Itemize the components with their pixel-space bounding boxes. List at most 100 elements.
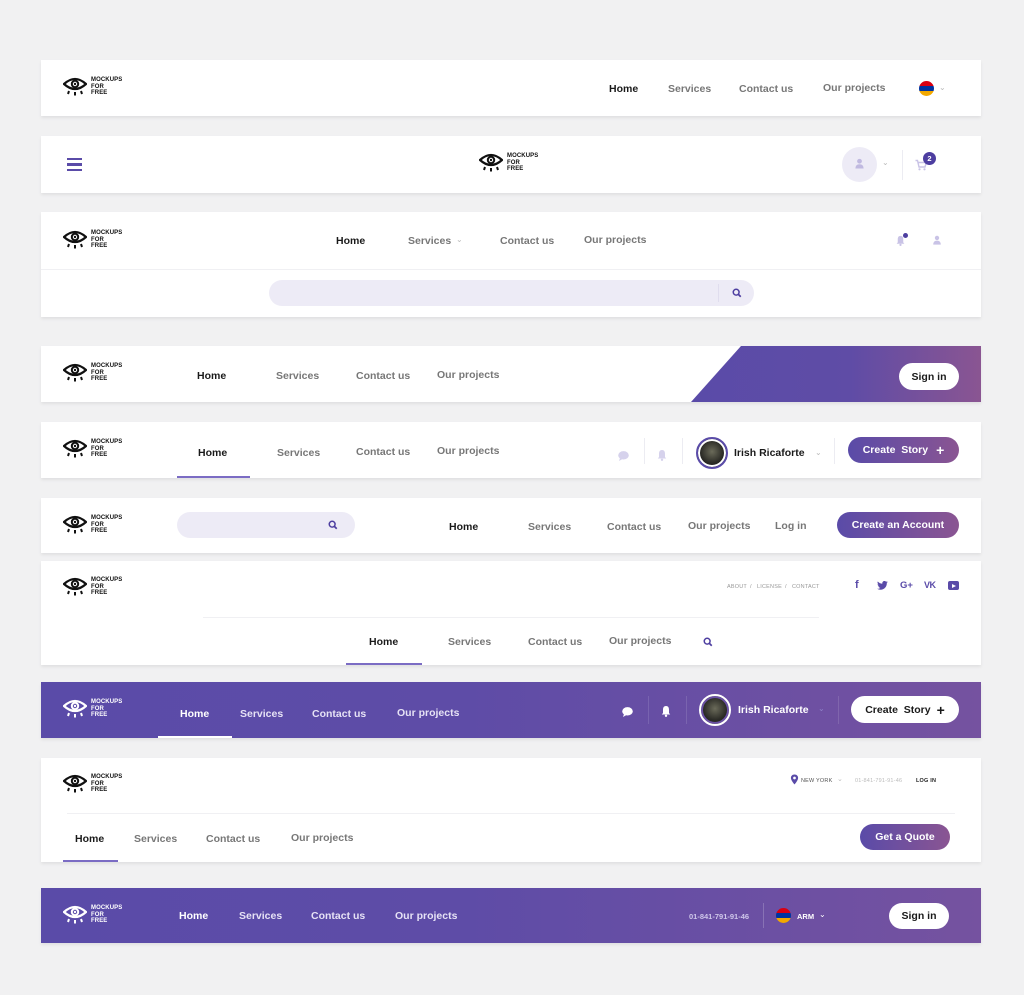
- nav-contact-us[interactable]: Contact us: [356, 446, 410, 458]
- logo[interactable]: MOCKUPS FOR FREE: [63, 77, 122, 97]
- search-input[interactable]: [177, 512, 355, 538]
- facebook-icon[interactable]: f: [855, 579, 859, 591]
- nav-our-projects[interactable]: Our projects: [437, 445, 499, 457]
- nav-services[interactable]: Services: [240, 708, 283, 720]
- nav-our-projects[interactable]: Our projects: [397, 707, 459, 719]
- nav-contact-us[interactable]: Contact us: [528, 636, 582, 648]
- sign-in-button[interactable]: Sign in: [889, 903, 949, 929]
- logo[interactable]: MOCKUPS FOR FREE: [63, 905, 122, 925]
- nav-contact-us[interactable]: Contact us: [311, 910, 365, 922]
- user-avatar-button[interactable]: [842, 147, 877, 182]
- user-name[interactable]: Irish Ricaforte: [738, 704, 809, 716]
- logo-text: MOCKUPS FOR FREE: [91, 230, 123, 250]
- google-plus-icon[interactable]: G+: [900, 580, 913, 591]
- divider: [203, 617, 819, 618]
- services-chevron-down-icon[interactable]: ⌄: [456, 235, 463, 244]
- user-name[interactable]: Irish Ricaforte: [734, 447, 805, 459]
- search-icon[interactable]: [732, 288, 742, 298]
- nav-services[interactable]: Services: [408, 235, 451, 247]
- get-a-quote-button[interactable]: Get a Quote: [860, 824, 950, 850]
- armenia-flag-icon[interactable]: [776, 908, 791, 923]
- nav-home[interactable]: Home: [197, 370, 226, 382]
- nav-home[interactable]: Home: [336, 235, 365, 247]
- phone-number: 01-841-791-91-46: [689, 912, 750, 921]
- logo[interactable]: MOCKUPS FOR FREE: [63, 774, 122, 794]
- eye-logo-icon: [63, 577, 87, 597]
- top-link-about[interactable]: ABOUT: [727, 584, 747, 590]
- chevron-down-icon[interactable]: ⌄: [815, 448, 822, 457]
- user-avatar[interactable]: [696, 437, 728, 469]
- logo-text: MOCKUPS FOR FREE: [91, 905, 123, 925]
- bell-icon[interactable]: [660, 705, 672, 717]
- hamburger-menu-icon[interactable]: [67, 158, 82, 172]
- top-link-contact[interactable]: CONTACT: [792, 584, 820, 590]
- nav-home[interactable]: Home: [180, 708, 209, 720]
- nav-home[interactable]: Home: [609, 83, 638, 95]
- logo-text: MOCKUPS FOR FREE: [91, 515, 123, 535]
- search-icon[interactable]: [328, 520, 338, 530]
- logo[interactable]: MOCKUPS FOR FREE: [63, 515, 122, 535]
- nav-contact-us[interactable]: Contact us: [356, 370, 410, 382]
- eye-logo-icon: [63, 439, 87, 459]
- nav-contact-us[interactable]: Contact us: [312, 708, 366, 720]
- nav-contact-us[interactable]: Contact us: [500, 235, 554, 247]
- nav-our-projects[interactable]: Our projects: [823, 82, 885, 94]
- nav-home[interactable]: Home: [449, 521, 478, 533]
- nav-home[interactable]: Home: [198, 447, 227, 459]
- nav-our-projects[interactable]: Our projects: [395, 910, 457, 922]
- user-avatar[interactable]: [699, 694, 731, 726]
- bell-icon[interactable]: [656, 449, 668, 461]
- nav-services[interactable]: Services: [668, 83, 711, 95]
- chevron-down-icon[interactable]: ⌄: [818, 704, 825, 713]
- nav-contact-us[interactable]: Contact us: [739, 83, 793, 95]
- nav-home[interactable]: Home: [179, 910, 208, 922]
- nav-home[interactable]: Home: [369, 636, 398, 648]
- search-input[interactable]: [269, 280, 754, 306]
- nav-home[interactable]: Home: [75, 833, 104, 845]
- chat-icon[interactable]: [617, 450, 630, 462]
- chevron-down-icon[interactable]: ⌄: [939, 83, 946, 92]
- logo[interactable]: MOCKUPS FOR FREE: [63, 699, 122, 719]
- logo[interactable]: MOCKUPS FOR FREE: [63, 230, 122, 250]
- nav-our-projects[interactable]: Our projects: [584, 234, 646, 246]
- chevron-down-icon[interactable]: ⌄: [819, 910, 826, 919]
- nav-services[interactable]: Services: [134, 833, 177, 845]
- login-link[interactable]: LOG IN: [916, 778, 936, 784]
- armenia-flag-icon[interactable]: [919, 81, 934, 96]
- nav-our-projects[interactable]: Our projects: [688, 520, 750, 532]
- top-link-license[interactable]: LICENSE: [757, 584, 782, 590]
- logo[interactable]: MOCKUPS FOR FREE: [63, 363, 122, 383]
- chevron-down-icon[interactable]: ⌄: [882, 158, 889, 167]
- language-selector[interactable]: ARM: [797, 912, 814, 921]
- twitter-icon[interactable]: [877, 581, 888, 590]
- youtube-icon[interactable]: [948, 581, 959, 590]
- nav-contact-us[interactable]: Contact us: [206, 833, 260, 845]
- chat-icon[interactable]: [621, 706, 634, 718]
- login-link[interactable]: Log in: [775, 520, 807, 532]
- notification-dot: [903, 233, 908, 238]
- logo[interactable]: MOCKUPS FOR FREE: [479, 153, 538, 173]
- user-icon[interactable]: [932, 235, 942, 245]
- nav-contact-us[interactable]: Contact us: [607, 521, 661, 533]
- nav-services[interactable]: Services: [528, 521, 571, 533]
- logo[interactable]: MOCKUPS FOR FREE: [63, 439, 122, 459]
- nav-services[interactable]: Services: [277, 447, 320, 459]
- search-icon[interactable]: [703, 637, 713, 647]
- sign-in-button[interactable]: Sign in: [899, 363, 959, 390]
- location-selector[interactable]: NEW YORK: [801, 778, 832, 784]
- create-account-button[interactable]: Create an Account: [837, 512, 959, 538]
- nav-our-projects[interactable]: Our projects: [291, 832, 353, 844]
- header-6: MOCKUPS FOR FREE Home Services Contact us …: [41, 498, 981, 553]
- chevron-down-icon[interactable]: ⌄: [837, 775, 843, 783]
- nav-services[interactable]: Services: [448, 636, 491, 648]
- nav-services[interactable]: Services: [239, 910, 282, 922]
- create-story-button[interactable]: Create Story +: [851, 696, 959, 723]
- nav-services[interactable]: Services: [276, 370, 319, 382]
- vk-icon[interactable]: VK: [924, 580, 936, 590]
- nav-our-projects[interactable]: Our projects: [609, 635, 671, 647]
- logo[interactable]: MOCKUPS FOR FREE: [63, 577, 122, 597]
- logo-text: MOCKUPS FOR FREE: [91, 699, 123, 719]
- create-story-button[interactable]: Create Story +: [848, 437, 959, 463]
- nav-our-projects[interactable]: Our projects: [437, 369, 499, 381]
- eye-logo-icon: [63, 363, 87, 383]
